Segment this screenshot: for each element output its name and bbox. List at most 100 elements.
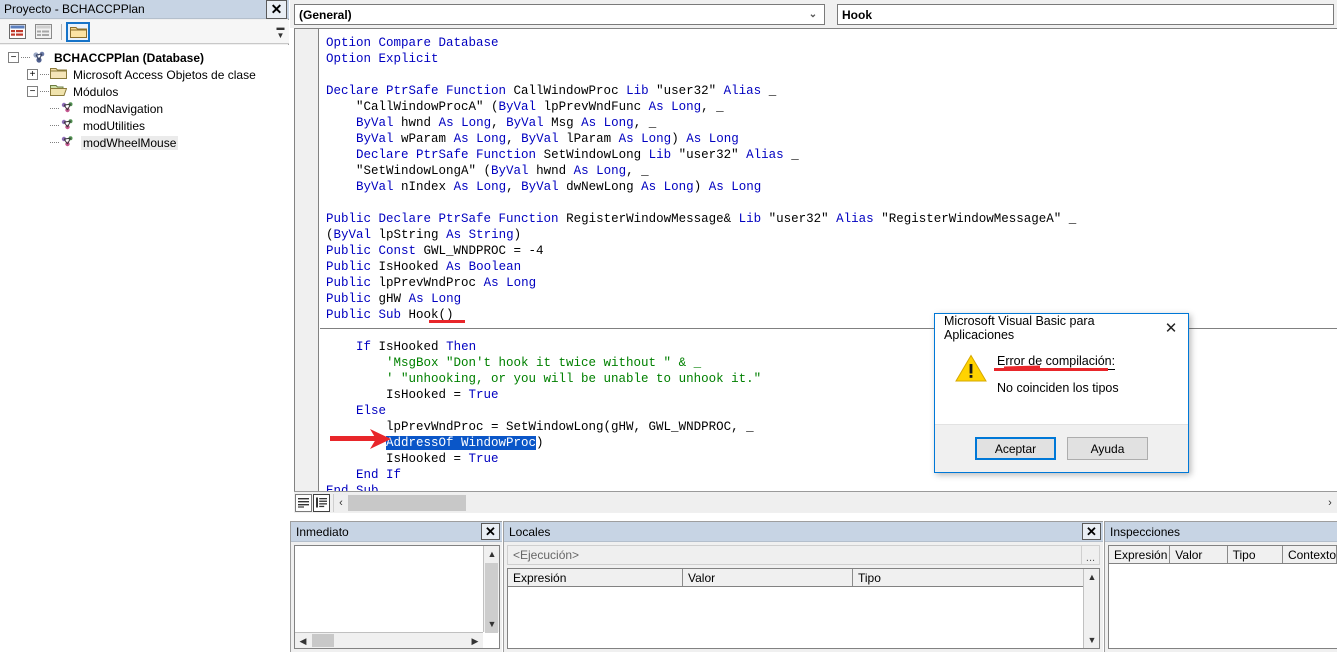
code-margin-indicator-bar[interactable] [295,29,319,491]
tree-item-label: Microsoft Access Objetos de clase [73,67,256,82]
immediate-window-title: Inmediato [296,524,349,539]
code-editor-bottom-bar: ‹ › [294,491,1337,513]
tree-item-label: modNavigation [83,101,164,116]
tree-connector [21,57,30,58]
locals-window-panel: Locales ✕ <Ejecución> ... Expresión Valo… [503,521,1103,652]
close-icon[interactable]: ✕ [1158,316,1184,340]
chevron-down-icon[interactable]: ⌄ [806,9,820,20]
dialog-body: Error de compilación: No coinciden los t… [935,342,1188,426]
scroll-right-icon[interactable]: ▶ [467,633,483,649]
expander-icon[interactable]: + [27,69,38,80]
tree-item-label: Módulos [73,84,119,99]
object-dropdown[interactable]: (General) ⌄ [294,4,825,25]
scroll-left-icon[interactable]: ‹ [334,494,348,512]
locals-context-value: <Ejecución> [513,548,580,562]
tree-item-modwheelmouse[interactable]: modWheelMouse [0,134,289,151]
expander-icon[interactable]: − [8,52,19,63]
help-button[interactable]: Ayuda [1067,437,1148,460]
tree-connector [50,108,59,109]
tree-connector [50,125,59,126]
column-header-tipo[interactable]: Tipo [853,569,1099,586]
module-icon [60,118,77,133]
locals-grid[interactable]: Expresión Valor Tipo ▲ ▼ [507,568,1100,649]
procedure-view-button[interactable] [295,493,312,512]
full-module-view-button[interactable] [313,493,330,512]
database-icon [31,50,48,65]
project-explorer-toolbar: ▬ ▼ [0,20,289,44]
toolbar-divider [61,23,62,40]
tree-item-label: modUtilities [83,118,146,133]
toggle-folders-button[interactable] [66,21,90,42]
tree-connector [50,142,59,143]
dialog-titlebar: Microsoft Visual Basic para Aplicaciones… [935,314,1188,342]
watches-grid-header: Expresión Valor Tipo Contexto [1109,546,1337,564]
locals-context-field[interactable]: <Ejecución> ... [507,545,1100,565]
tree-item-access-class-objects[interactable]: + Microsoft Access Objetos de clase [0,66,289,83]
column-header-expresion[interactable]: Expresión [1109,546,1171,563]
scrollbar-thumb[interactable] [312,634,334,647]
column-header-expresion[interactable]: Expresión [508,569,683,586]
compile-error-dialog: Microsoft Visual Basic para Aplicaciones… [934,313,1189,473]
tree-item-label: BCHACCPPlan (Database) [54,50,205,65]
column-header-contexto[interactable]: Contexto [1283,546,1337,563]
dialog-message-block: Error de compilación: No coinciden los t… [989,354,1119,426]
view-code-button[interactable] [5,22,29,42]
view-object-button[interactable] [31,22,55,42]
immediate-window-textarea[interactable]: ▲ ▼ ◀ ▶ [294,545,500,649]
dialog-message: No coinciden los tipos [997,381,1119,395]
scroll-up-icon[interactable]: ▲ [484,546,500,562]
tree-item-modulos[interactable]: − Módulos [0,83,289,100]
red-underline-hook-annotation [429,320,465,323]
scroll-down-icon[interactable]: ▼ [1084,632,1100,648]
scroll-left-icon[interactable]: ◀ [295,633,311,649]
dialog-button-row: Aceptar Ayuda [935,424,1188,472]
locals-call-stack-button[interactable]: ... [1081,546,1099,564]
tree-item-database[interactable]: − BCHACCPPlan (Database) [0,49,289,66]
tree-item-modnavigation[interactable]: modNavigation [0,100,289,117]
project-tree[interactable]: − BCHACCPPlan (Database) + Microsoft Acc… [0,45,289,513]
tree-connector [40,91,49,92]
tree-connector [40,74,49,75]
immediate-window-panel: Inmediato ✕ ▲ ▼ ◀ ▶ [290,521,502,652]
close-icon[interactable]: ✕ [266,0,287,19]
watches-window-panel: Inspecciones Expresión Valor Tipo Contex… [1104,521,1337,652]
object-dropdown-value: (General) [299,7,352,22]
watches-window-titlebar: Inspecciones [1105,522,1337,542]
scrollbar-thumb[interactable] [348,494,466,511]
scroll-up-icon[interactable]: ▲ [1084,569,1100,585]
project-explorer-titlebar: Proyecto - BCHACCPPlan ✕ [0,0,289,19]
scroll-right-icon[interactable]: › [1323,494,1337,512]
code-selection: AddressOf WindowProc [386,436,537,450]
folder-icon [50,67,67,82]
watches-grid[interactable]: Expresión Valor Tipo Contexto [1108,545,1337,649]
folder-open-icon [50,84,68,99]
tree-item-modutilities[interactable]: modUtilities [0,117,289,134]
red-arrow-annotation [330,428,392,450]
accept-button[interactable]: Aceptar [975,437,1056,460]
dialog-title: Microsoft Visual Basic para Aplicaciones [944,314,1095,342]
immediate-vertical-scrollbar[interactable]: ▲ ▼ [483,546,500,633]
immediate-horizontal-scrollbar[interactable]: ◀ ▶ [295,632,483,648]
procedure-dropdown-value: Hook [842,7,872,22]
locals-vertical-scrollbar[interactable]: ▲ ▼ [1083,569,1099,648]
dialog-heading: Error de compilación: [994,354,1116,371]
code-horizontal-scrollbar[interactable]: ‹ › [333,493,1337,512]
locals-grid-header: Expresión Valor Tipo [508,569,1099,587]
column-header-valor[interactable]: Valor [1170,546,1228,563]
procedure-dropdown[interactable]: Hook [837,4,1334,25]
project-explorer-title: Proyecto - BCHACCPPlan [4,2,145,16]
locals-window-title: Locales [509,524,551,539]
toolbar-overflow-icon[interactable]: ▬ ▼ [274,22,287,42]
project-explorer-panel: Proyecto - BCHACCPPlan ✕ ▬ ▼ − BCHACCPPl… [0,0,289,513]
warning-triangle-icon [955,354,989,426]
module-icon [60,101,77,116]
column-header-tipo[interactable]: Tipo [1228,546,1283,563]
column-header-valor[interactable]: Valor [683,569,853,586]
close-icon[interactable]: ✕ [1082,523,1101,540]
immediate-window-titlebar: Inmediato ✕ [291,522,502,542]
close-icon[interactable]: ✕ [481,523,500,540]
red-underline-annotation [994,368,1108,371]
scroll-down-icon[interactable]: ▼ [484,616,500,632]
watches-window-title: Inspecciones [1110,524,1181,539]
expander-icon[interactable]: − [27,86,38,97]
